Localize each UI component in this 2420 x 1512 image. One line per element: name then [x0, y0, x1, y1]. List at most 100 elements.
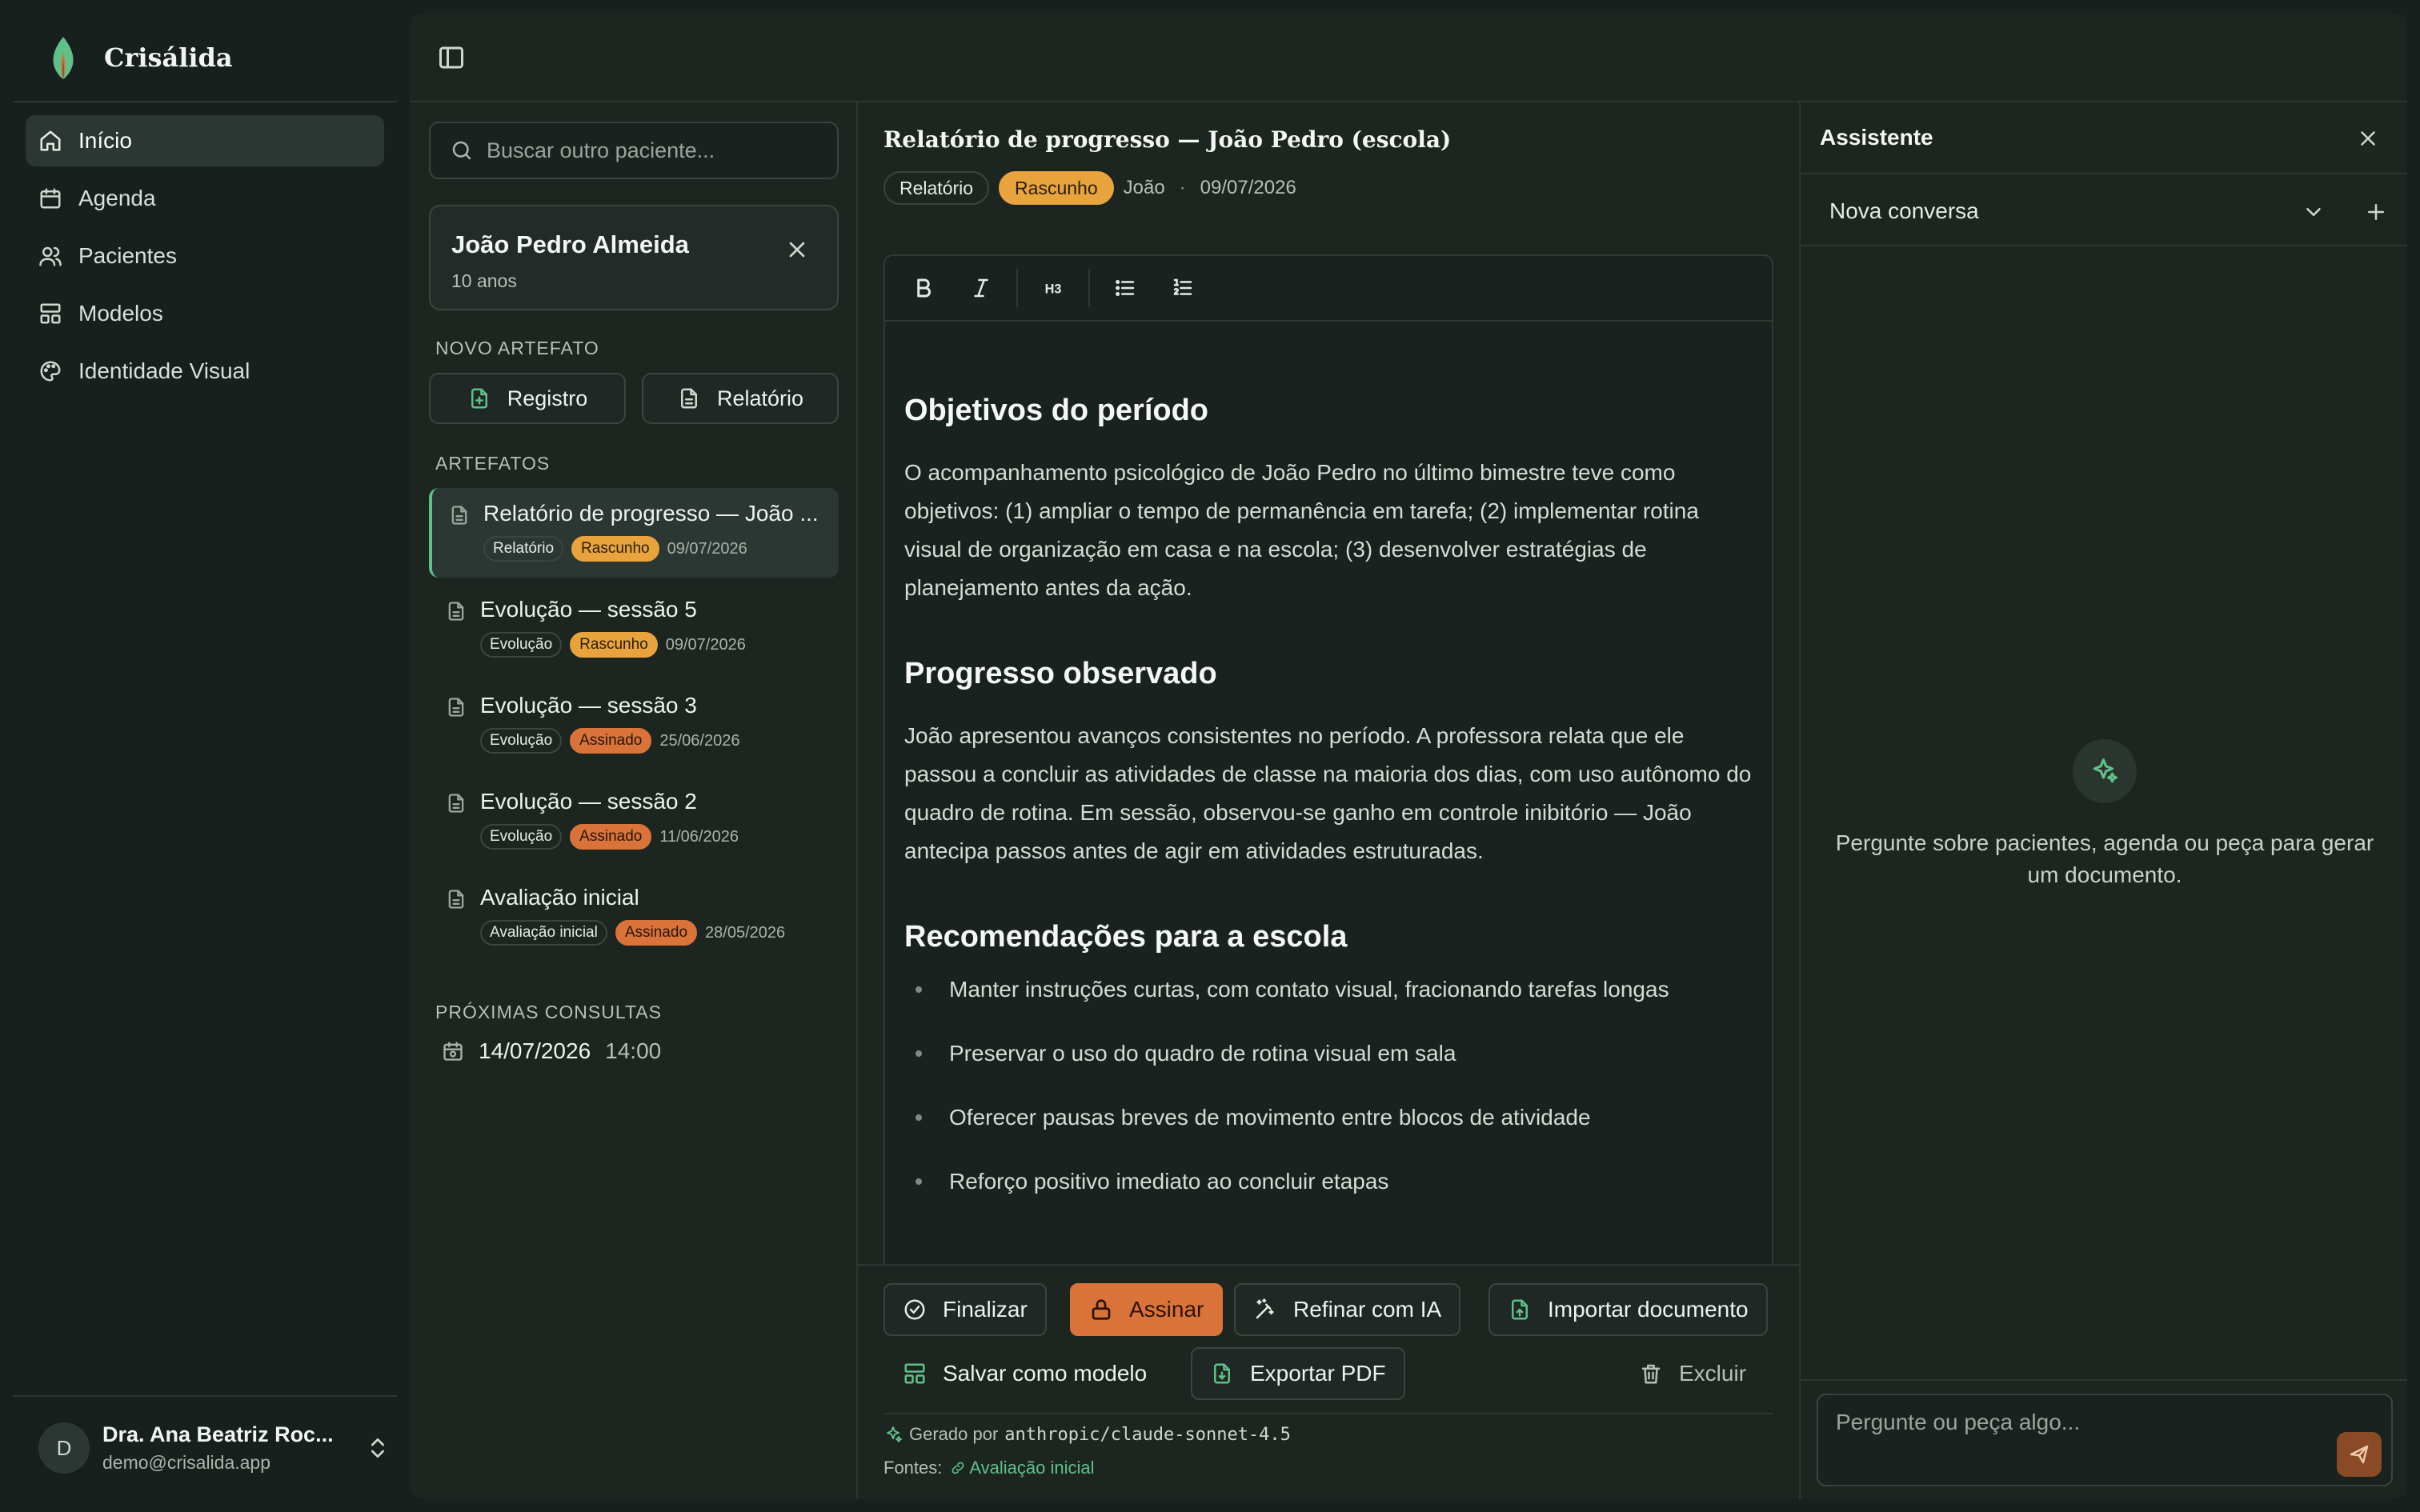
assistant-input[interactable] [1836, 1410, 2332, 1474]
crisalida-logo-icon [53, 37, 74, 79]
nav-label: Identidade Visual [78, 358, 250, 383]
source-link[interactable]: Avaliação inicial [950, 1458, 1095, 1478]
send-button[interactable] [2337, 1432, 2382, 1477]
status-badge: Rascunho [570, 632, 658, 658]
upcoming-appointment[interactable]: 14/07/2026 14:00 [442, 1038, 661, 1064]
nav-item-inicio[interactable]: Início [26, 115, 384, 166]
italic-icon [974, 278, 988, 298]
nav-item-identidade-visual[interactable]: Identidade Visual [26, 346, 384, 397]
chevron-down-icon[interactable] [2302, 200, 2326, 224]
paragraph: O acompanhamento psicológico de João Ped… [904, 460, 1699, 600]
assistant-title: Assistente [1820, 125, 1933, 150]
section-heading: Objetivos do período [904, 394, 1209, 427]
source-link-label: Avaliação inicial [969, 1458, 1095, 1478]
section-heading: Recomendações para a escola [904, 920, 1348, 954]
brand-name: Crisálida [104, 42, 233, 73]
artifact-item[interactable]: Evolução — sessão 5 Evolução Rascunho 09… [429, 584, 839, 674]
plus-icon[interactable] [2364, 200, 2388, 224]
artifact-date: 11/06/2026 [659, 827, 739, 846]
new-relatorio-button[interactable]: Relatório [642, 373, 839, 424]
document-author: João [1123, 177, 1165, 198]
document-meta: Relatório Rascunho João · 09/07/2026 [883, 171, 1296, 205]
appointment-time: 14:00 [605, 1038, 662, 1063]
status-badge: Assinado [570, 728, 652, 754]
users-icon [39, 246, 62, 266]
list-item: Oferecer pausas breves de movimento entr… [904, 1098, 1753, 1162]
brand[interactable]: Crisálida [46, 34, 233, 82]
numbered-list-icon [1173, 278, 1192, 295]
link-icon [952, 1462, 964, 1474]
layout-icon [40, 303, 61, 324]
type-badge: Relatório [883, 171, 990, 205]
artifact-list: Relatório de progresso — João ... Relató… [429, 488, 839, 968]
button-label: Importar documento [1548, 1297, 1749, 1322]
patient-panel: João Pedro Almeida 10 anos NOVO ARTEFATO… [410, 102, 858, 1499]
file-download-icon [1214, 1363, 1230, 1384]
calendar-icon [40, 188, 61, 209]
app-sidebar: Crisálida Início Agenda Pacientes Modelo… [0, 0, 410, 1512]
artifact-item[interactable]: Relatório de progresso — João ... Relató… [429, 488, 839, 578]
nav-label: Pacientes [78, 243, 177, 268]
heading-3-button[interactable]: H3 [1031, 266, 1076, 310]
type-badge: Evolução [480, 728, 563, 754]
home-icon [40, 130, 61, 151]
artifact-title: Relatório de progresso — João ... [483, 501, 819, 526]
file-upload-icon [1512, 1299, 1528, 1320]
artifact-date: 09/07/2026 [667, 539, 747, 558]
assistant-composer [1801, 1379, 2407, 1499]
italic-button[interactable] [959, 266, 1004, 310]
type-badge: Relatório [483, 536, 564, 562]
new-registro-button[interactable]: Registro [429, 373, 626, 424]
refine-ai-button[interactable]: Refinar com IA [1234, 1283, 1461, 1336]
nav-item-modelos[interactable]: Modelos [26, 288, 384, 339]
close-icon[interactable] [2356, 126, 2380, 150]
artifact-title: Evolução — sessão 3 [480, 693, 697, 718]
main-frame: João Pedro Almeida 10 anos NOVO ARTEFATO… [410, 13, 2407, 1499]
artifact-date: 09/07/2026 [665, 635, 746, 654]
document-date: 09/07/2026 [1200, 177, 1296, 198]
numbered-list-button[interactable] [1160, 266, 1205, 310]
list-item: Manter instruções curtas, com contato vi… [904, 970, 1753, 1034]
artifact-item[interactable]: Avaliação inicial Avaliação inicial Assi… [429, 872, 839, 962]
calendar-clock-icon [443, 1042, 463, 1061]
paragraph: João apresentou avanços consistentes no … [904, 723, 1752, 863]
document-icon [451, 506, 467, 525]
delete-button[interactable]: Excluir [1620, 1347, 1765, 1400]
user-menu[interactable]: D Dra. Ana Beatriz Roc... demo@crisalida… [38, 1419, 391, 1477]
artifact-title: Evolução — sessão 5 [480, 597, 697, 622]
appointment-date: 14/07/2026 [479, 1038, 591, 1063]
sidebar-toggle-icon[interactable] [437, 43, 466, 72]
button-label: Salvar como modelo [943, 1361, 1148, 1386]
artifact-item[interactable]: Evolução — sessão 3 Evolução Assinado 25… [429, 680, 839, 770]
close-icon[interactable] [784, 237, 810, 262]
save-template-button[interactable]: Salvar como modelo [883, 1347, 1166, 1400]
patient-name: João Pedro Almeida [451, 230, 689, 258]
document-icon [448, 890, 464, 909]
document-icon [448, 698, 464, 717]
bold-button[interactable] [901, 266, 946, 310]
patient-card: João Pedro Almeida 10 anos [429, 205, 839, 310]
layout-template-icon [904, 1363, 925, 1384]
import-document-button[interactable]: Importar documento [1488, 1283, 1768, 1336]
nav-item-pacientes[interactable]: Pacientes [26, 230, 384, 282]
conversation-selector[interactable]: Nova conversa [1801, 176, 2407, 246]
export-pdf-button[interactable]: Exportar PDF [1191, 1347, 1405, 1400]
editor-content[interactable]: Objetivos do período O acompanhamento ps… [885, 322, 1772, 1226]
generated-label: Gerado por [909, 1424, 999, 1444]
button-label: Exportar PDF [1250, 1361, 1386, 1386]
meta-separator: · [1179, 177, 1186, 198]
nav-item-agenda[interactable]: Agenda [26, 173, 384, 224]
type-badge: Evolução [480, 632, 563, 658]
document-title[interactable]: Relatório de progresso — João Pedro (esc… [883, 126, 1451, 153]
search-input[interactable] [487, 138, 823, 163]
sign-button[interactable]: Assinar [1070, 1283, 1224, 1336]
toolbar-divider [1016, 269, 1018, 307]
section-label: PRÓXIMAS CONSULTAS [435, 1002, 662, 1022]
palette-icon [40, 361, 61, 382]
bullet-list-button[interactable] [1103, 266, 1148, 310]
svg-text:H3: H3 [1045, 282, 1062, 296]
toolbar-divider [1088, 269, 1090, 307]
artifact-item[interactable]: Evolução — sessão 2 Evolução Assinado 11… [429, 776, 839, 866]
finalize-button[interactable]: Finalizar [883, 1283, 1047, 1336]
empty-state-text: Pergunte sobre pacientes, agenda ou peça… [1835, 830, 2374, 887]
